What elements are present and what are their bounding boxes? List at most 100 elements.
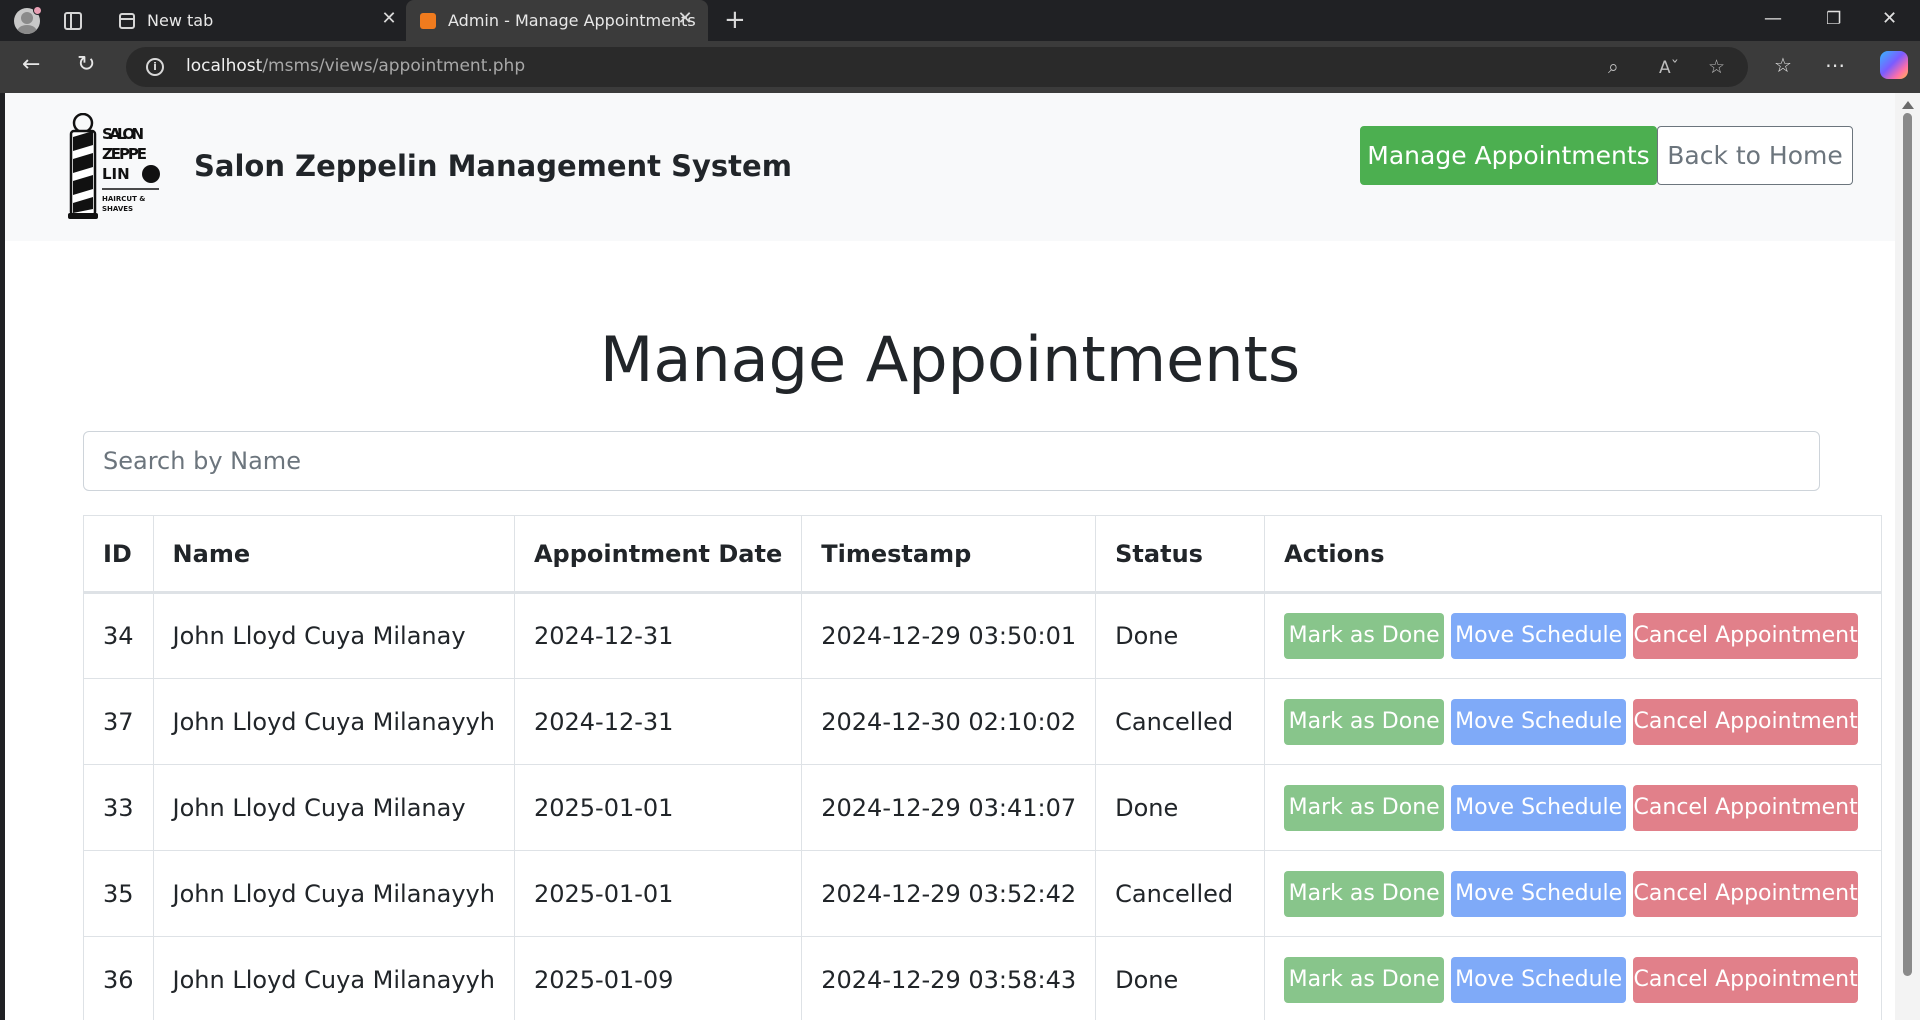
url-box[interactable]: i localhost/msms/views/appointment.php ⌕… <box>126 47 1748 87</box>
cancel-appointment-button[interactable]: Cancel Appointment <box>1633 613 1859 659</box>
move-schedule-button[interactable]: Move Schedule <box>1451 784 1627 831</box>
favorite-icon[interactable]: ☆ <box>1708 56 1725 78</box>
address-bar: ← ↻ i localhost/msms/views/appointment.p… <box>0 41 1920 93</box>
page-title: Manage Appointments <box>599 323 1301 396</box>
svg-text:HAIRCUT &: HAIRCUT & <box>102 195 145 203</box>
brand-title[interactable]: Salon Zeppelin Management System <box>194 149 792 183</box>
move-schedule-button[interactable]: Move Schedule <box>1451 613 1627 659</box>
cell-actions: Mark as Done Move Schedule Cancel Appoin… <box>1264 850 1883 937</box>
cell-id: 36 <box>83 936 154 1020</box>
cell-name: John Lloyd Cuya Milanayyh <box>152 936 515 1020</box>
cancel-appointment-button[interactable]: Cancel Appointment <box>1633 956 1859 1003</box>
manage-appointments-button[interactable]: Manage Appointments <box>1360 126 1657 185</box>
tab-actions-icon[interactable] <box>64 12 82 30</box>
cell-timestamp: 2024-12-30 02:10:02 <box>801 678 1097 765</box>
zoom-icon[interactable]: ⌕ <box>1608 56 1619 78</box>
tab-title: New tab <box>147 11 214 30</box>
cell-name: John Lloyd Cuya Milanayyh <box>152 850 515 937</box>
xampp-favicon-icon <box>420 13 436 29</box>
svg-text:SALON: SALON <box>102 125 144 143</box>
url-path: /msms/views/appointment.php <box>262 56 526 76</box>
table-row: 35 John Lloyd Cuya Milanayyh 2025-01-01 … <box>83 850 1883 937</box>
back-icon[interactable]: ← <box>22 53 40 77</box>
cell-actions: Mark as Done Move Schedule Cancel Appoin… <box>1264 678 1883 765</box>
cancel-appointment-button[interactable]: Cancel Appointment <box>1633 698 1859 745</box>
salon-logo: SALON ZEPPE LIN HAIRCUT & SHAVES <box>68 113 160 219</box>
cell-status: Cancelled <box>1095 678 1266 765</box>
search-input[interactable] <box>83 431 1820 491</box>
tab-title: Admin - Manage Appointments <box>448 11 696 30</box>
cell-name: John Lloyd Cuya Milanay <box>152 592 515 679</box>
table-row: 36 John Lloyd Cuya Milanayyh 2025-01-09 … <box>83 936 1883 1020</box>
cell-actions: Mark as Done Move Schedule Cancel Appoin… <box>1264 764 1883 851</box>
cell-appointment-date: 2025-01-01 <box>513 850 803 937</box>
scroll-thumb[interactable] <box>1903 113 1912 976</box>
mark-as-done-button[interactable]: Mark as Done <box>1284 870 1445 917</box>
favorites-icon[interactable]: ☆ <box>1774 53 1792 77</box>
cell-id: 33 <box>83 764 154 851</box>
close-tab-icon[interactable]: ✕ <box>380 10 398 28</box>
cell-timestamp: 2024-12-29 03:50:01 <box>801 592 1097 679</box>
site-info-icon[interactable]: i <box>146 58 164 76</box>
browser-tab-bar: New tab ✕ Admin - Manage Appointments ✕ … <box>0 0 1920 41</box>
copilot-icon[interactable] <box>1880 51 1908 79</box>
mark-as-done-button[interactable]: Mark as Done <box>1284 613 1445 659</box>
profile-badge <box>33 6 42 15</box>
cell-status: Cancelled <box>1095 850 1266 937</box>
cell-status: Done <box>1095 592 1266 679</box>
move-schedule-button[interactable]: Move Schedule <box>1451 698 1627 745</box>
column-header-id: ID <box>83 515 154 594</box>
appointments-table: ID Name Appointment Date Timestamp Statu… <box>83 515 1883 1020</box>
cell-timestamp: 2024-12-29 03:41:07 <box>801 764 1097 851</box>
scroll-up-arrow-icon[interactable] <box>1902 101 1914 109</box>
cell-id: 35 <box>83 850 154 937</box>
back-to-home-button[interactable]: Back to Home <box>1657 126 1853 185</box>
mark-as-done-button[interactable]: Mark as Done <box>1284 956 1445 1003</box>
column-header-name: Name <box>152 515 515 594</box>
cell-id: 34 <box>83 592 154 679</box>
cell-id: 37 <box>83 678 154 765</box>
svg-text:SHAVES: SHAVES <box>102 205 133 213</box>
minimize-icon[interactable]: — <box>1764 8 1782 29</box>
close-window-icon[interactable]: ✕ <box>1882 8 1897 29</box>
cell-actions: Mark as Done Move Schedule Cancel Appoin… <box>1264 936 1883 1020</box>
column-header-timestamp: Timestamp <box>801 515 1097 594</box>
url-text[interactable]: localhost/msms/views/appointment.php <box>186 56 525 76</box>
more-icon[interactable]: ⋯ <box>1825 53 1845 77</box>
cell-appointment-date: 2025-01-01 <box>513 764 803 851</box>
cell-appointment-date: 2024-12-31 <box>513 678 803 765</box>
tab-new-tab[interactable]: New tab ✕ <box>105 0 409 41</box>
cell-status: Done <box>1095 936 1266 1020</box>
tab-admin-manage-appointments[interactable]: Admin - Manage Appointments ✕ <box>406 0 708 41</box>
page-scrollbar[interactable] <box>1895 93 1920 1020</box>
table-row: 34 John Lloyd Cuya Milanay 2024-12-31 20… <box>83 592 1883 679</box>
cell-appointment-date: 2024-12-31 <box>513 592 803 679</box>
restore-icon[interactable]: ❐ <box>1826 9 1841 29</box>
column-header-status: Status <box>1095 515 1266 594</box>
cancel-appointment-button[interactable]: Cancel Appointment <box>1633 870 1859 917</box>
mark-as-done-button[interactable]: Mark as Done <box>1284 784 1445 831</box>
move-schedule-button[interactable]: Move Schedule <box>1451 956 1627 1003</box>
cell-actions: Mark as Done Move Schedule Cancel Appoin… <box>1264 592 1883 679</box>
column-header-actions: Actions <box>1264 515 1883 594</box>
cell-name: John Lloyd Cuya Milanayyh <box>152 678 515 765</box>
read-aloud-icon[interactable]: Aˇ <box>1659 58 1679 78</box>
cell-timestamp: 2024-12-29 03:58:43 <box>801 936 1097 1020</box>
refresh-icon[interactable]: ↻ <box>77 53 95 77</box>
cell-status: Done <box>1095 764 1266 851</box>
cancel-appointment-button[interactable]: Cancel Appointment <box>1633 784 1859 831</box>
new-tab-icon[interactable]: + <box>724 7 746 33</box>
move-schedule-button[interactable]: Move Schedule <box>1451 870 1627 917</box>
column-header-appointment-date: Appointment Date <box>513 515 803 594</box>
svg-text:ZEPPE: ZEPPE <box>102 145 147 163</box>
url-host: localhost <box>186 56 263 76</box>
cell-timestamp: 2024-12-29 03:52:42 <box>801 850 1097 937</box>
mark-as-done-button[interactable]: Mark as Done <box>1284 698 1445 745</box>
close-tab-icon[interactable]: ✕ <box>676 10 694 28</box>
cell-name: John Lloyd Cuya Milanay <box>152 764 515 851</box>
site-header: SALON ZEPPE LIN HAIRCUT & SHAVES Salon Z… <box>5 93 1895 241</box>
web-page: SALON ZEPPE LIN HAIRCUT & SHAVES Salon Z… <box>5 93 1895 1020</box>
table-header-row: ID Name Appointment Date Timestamp Statu… <box>83 515 1883 594</box>
new-tab-page-icon <box>119 13 135 29</box>
table-row: 37 John Lloyd Cuya Milanayyh 2024-12-31 … <box>83 678 1883 765</box>
